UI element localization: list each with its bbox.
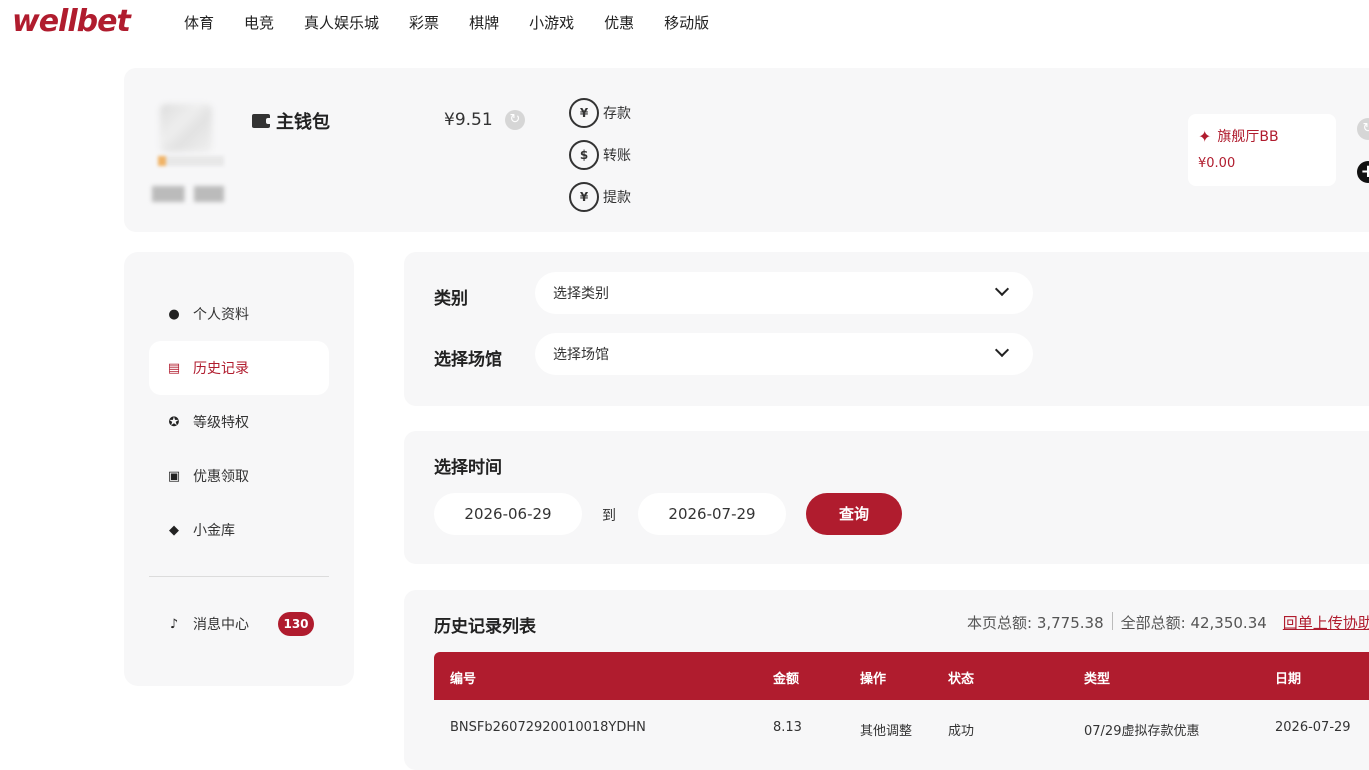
nav-item-lottery[interactable]: 彩票: [409, 12, 439, 33]
sidebar-item-label: 等级特权: [193, 415, 249, 431]
account-sidebar: ● 个人资料 ▤ 历史记录 ✪ 等级特权 ▣ 优惠领取 ◆ 小金库 ♪ 消息中心…: [124, 252, 354, 686]
query-button[interactable]: 查询: [806, 493, 902, 535]
column-header-status: 状态: [948, 672, 975, 687]
venue-wallet-card[interactable]: ✦ 旗舰厅BB ¥0.00: [1188, 114, 1336, 186]
transfer-icon: $: [569, 140, 599, 170]
deposit-button[interactable]: ¥ 存款: [569, 98, 631, 128]
column-header-date: 日期: [1275, 672, 1302, 687]
column-header-type: 类型: [1084, 672, 1111, 687]
chevron-down-icon: [994, 342, 1010, 358]
venue-select-value: 选择场馆: [553, 347, 609, 363]
venue-select[interactable]: 选择场馆: [535, 333, 1033, 375]
avatar: [160, 104, 212, 152]
all-total: 全部总额: 42,350.34: [1120, 614, 1267, 632]
sidebar-item-label: 历史记录: [193, 361, 249, 377]
cell-type: 07/29虚拟存款优惠: [1084, 724, 1200, 739]
withdraw-icon: ¥: [569, 182, 599, 212]
add-venue-icon[interactable]: +: [1357, 161, 1369, 183]
withdraw-button[interactable]: ¥ 提款: [569, 182, 631, 212]
nav-item-card-games[interactable]: 棋牌: [469, 12, 499, 33]
nav-item-live-casino[interactable]: 真人娱乐城: [304, 12, 379, 33]
time-label: 选择时间: [434, 458, 502, 478]
main-wallet-title: 主钱包: [252, 108, 330, 134]
chevron-down-icon: [994, 281, 1010, 297]
bell-icon: ♪: [169, 616, 179, 632]
transfer-button[interactable]: $ 转账: [569, 140, 631, 170]
cell-id: BNSFb26072920010018YDHN: [450, 720, 646, 735]
sidebar-divider: [149, 576, 329, 577]
filter-panel: 类别 选择类别 选择场馆 选择场馆: [404, 252, 1369, 406]
table-row[interactable]: BNSFb26072920010018YDHN 8.13 其他调整 成功 07/…: [434, 700, 1369, 756]
page-total: 本页总额: 3,775.38: [967, 614, 1104, 632]
category-label: 类别: [434, 289, 468, 309]
sidebar-item-history[interactable]: ▤ 历史记录: [149, 341, 329, 395]
sidebar-item-vip[interactable]: ✪ 等级特权: [149, 395, 329, 449]
user-icon: ●: [168, 306, 180, 322]
cell-operation: 其他调整: [860, 724, 913, 739]
history-list-title: 历史记录列表: [434, 617, 536, 637]
wallet-actions: ¥ 存款 $ 转账 ¥ 提款: [569, 98, 631, 224]
category-select-value: 选择类别: [553, 286, 609, 302]
nav-item-mini-games[interactable]: 小游戏: [529, 12, 574, 33]
eagle-icon: ✦: [1198, 126, 1212, 146]
nav-item-promotions[interactable]: 优惠: [604, 12, 634, 33]
column-header-id: 编号: [450, 672, 477, 687]
username-blurred: [152, 186, 224, 202]
column-header-amount: 金额: [773, 672, 800, 687]
wallet-icon: [252, 114, 272, 128]
nav-item-esports[interactable]: 电竞: [244, 12, 274, 33]
totals-summary: 本页总额: 3,775.38 全部总额: 42,350.34 回单上传协助: [967, 612, 1369, 633]
start-date-input[interactable]: 2026-06-29: [434, 493, 582, 535]
history-list-panel: 历史记录列表 本页总额: 3,775.38 全部总额: 42,350.34 回单…: [404, 590, 1369, 770]
refresh-balance-icon[interactable]: ↻: [505, 110, 525, 130]
withdraw-label: 提款: [603, 190, 631, 206]
cell-date: 2026-07-29: [1275, 720, 1351, 735]
sidebar-item-bonus[interactable]: ▣ 优惠领取: [149, 449, 329, 503]
deposit-label: 存款: [603, 106, 631, 122]
sidebar-item-label: 消息中心: [193, 617, 249, 633]
deposit-icon: ¥: [569, 98, 599, 128]
sidebar-item-label: 小金库: [193, 523, 235, 539]
time-filter-panel: 选择时间 2026-06-29 到 2026-07-29 查询: [404, 431, 1369, 564]
document-icon: ▤: [167, 360, 181, 376]
history-table-header: 编号 金额 操作 状态 类型 日期: [434, 652, 1369, 700]
nav-item-sports[interactable]: 体育: [184, 12, 214, 33]
main-wallet-label: 主钱包: [276, 112, 330, 133]
wellbet-logo[interactable]: wellbet: [12, 4, 131, 39]
medal-icon: ✪: [168, 414, 180, 430]
column-header-operation: 操作: [860, 672, 887, 687]
wallet-balance: ¥9.51: [444, 110, 493, 130]
sidebar-item-profile[interactable]: ● 个人资料: [149, 287, 329, 341]
venue-name: 旗舰厅BB: [1217, 129, 1279, 145]
transfer-label: 转账: [603, 148, 631, 164]
receipt-upload-link[interactable]: 回单上传协助: [1283, 612, 1369, 633]
sidebar-item-label: 个人资料: [193, 307, 249, 323]
cell-status: 成功: [948, 724, 975, 739]
totals-divider: [1111, 612, 1113, 630]
category-select[interactable]: 选择类别: [535, 272, 1033, 314]
refresh-venue-icon[interactable]: ↻: [1357, 118, 1369, 140]
date-range-separator: 到: [602, 508, 616, 524]
top-nav: wellbet 体育 电竞 真人娱乐城 彩票 棋牌 小游戏 优惠 移动版: [0, 0, 1369, 46]
venue-label: 选择场馆: [434, 350, 502, 370]
vip-level-bar: [158, 156, 224, 166]
diamond-icon: ◆: [169, 522, 179, 538]
end-date-input[interactable]: 2026-07-29: [638, 493, 786, 535]
nav-menu: 体育 电竞 真人娱乐城 彩票 棋牌 小游戏 优惠 移动版: [184, 12, 739, 33]
cell-amount: 8.13: [773, 720, 802, 735]
message-count-badge: 130: [278, 612, 314, 636]
gift-icon: ▣: [167, 468, 181, 484]
sidebar-item-label: 优惠领取: [193, 469, 249, 485]
wallet-panel: 主钱包 ¥9.51 ↻ ¥ 存款 $ 转账 ¥ 提款 ✦ 旗舰厅BB ¥0.00…: [124, 68, 1369, 232]
venue-balance: ¥0.00: [1198, 156, 1236, 171]
nav-item-mobile[interactable]: 移动版: [664, 12, 709, 33]
sidebar-item-vault[interactable]: ◆ 小金库: [149, 503, 329, 557]
